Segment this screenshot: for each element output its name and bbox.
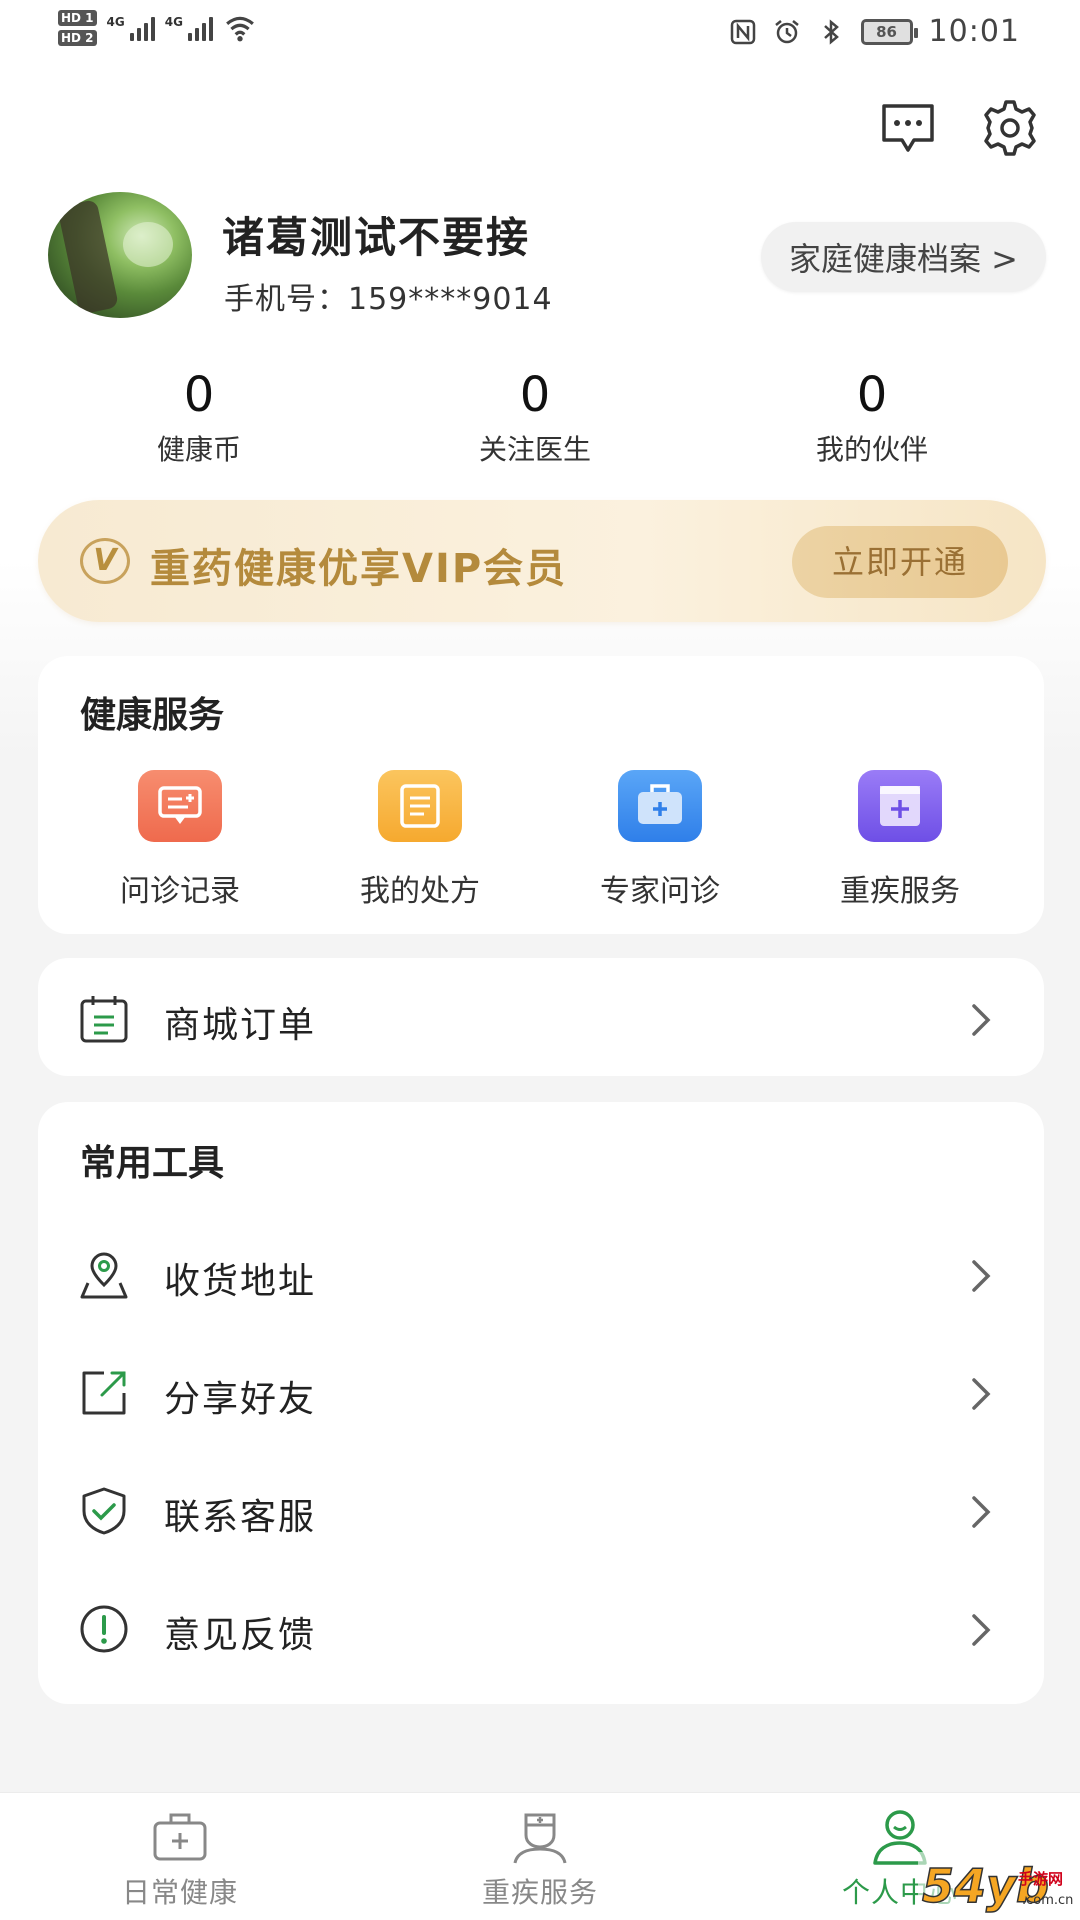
service-label: 重疾服务 [840,874,960,909]
service-label: 我的处方 [360,874,480,909]
family-health-record-label: 家庭健康档案 > [789,240,1018,278]
stat-my-partners[interactable]: 0 我的伙伴 [772,366,972,468]
health-services-card: 健康服务 问诊记录 我的处方 专家问诊 重疾服务 [38,656,1044,934]
tool-row-customer-service[interactable]: 联系客服 [38,1454,1044,1564]
tab-label: 重疾服务 [481,1876,598,1909]
consult-record-icon [138,770,222,842]
health-services-title: 健康服务 [80,695,225,736]
status-right: 86 10:01 [729,14,1020,49]
gear-icon[interactable] [980,98,1040,158]
share-icon [82,1371,126,1415]
bluetooth-icon [823,18,839,45]
status-left: HD 1 HD 2 4G 4G [58,10,257,46]
common-tools-card: 常用工具 收货地址 分享好友 联系客服 意见反馈 [38,1102,1044,1704]
hd-indicators: HD 1 HD 2 [58,10,97,46]
tool-label: 收货地址 [164,1261,317,1302]
stat-followed-doctors[interactable]: 0 关注医生 [435,366,635,468]
shield-check-icon [82,1487,126,1535]
tool-row-address[interactable]: 收货地址 [38,1218,1044,1328]
service-label: 专家问诊 [600,874,720,909]
location-icon [80,1252,128,1299]
critical-care-icon [858,770,942,842]
tab-daily-health[interactable]: 日常健康 [80,1805,280,1911]
wifi-icon [226,16,254,42]
stat-label: 关注医生 [478,433,591,466]
vip-banner[interactable]: V 重药健康优享VIP会员 立即开通 [38,500,1046,622]
clock: 10:01 [928,14,1020,49]
tab-critical-illness[interactable]: 重疾服务 [440,1805,640,1911]
stat-health-coins[interactable]: 0 健康币 [99,366,299,468]
common-tools-title: 常用工具 [80,1143,225,1184]
signal-icon-2: 4G [165,15,213,41]
vip-activate-button[interactable]: 立即开通 [792,526,1008,598]
signal-icon-1: 4G [107,15,155,41]
tool-label: 联系客服 [164,1497,317,1538]
stat-label: 健康币 [156,433,241,466]
chevron-right-icon [972,1378,991,1410]
service-my-prescription[interactable]: 我的处方 [320,770,520,910]
nfc-icon [730,19,755,44]
mall-orders-row[interactable]: 商城订单 [38,962,1044,1072]
network-type-1: 4G [106,15,125,29]
service-critical-illness[interactable]: 重疾服务 [800,770,1000,910]
message-icon[interactable] [878,98,938,158]
service-consult-record[interactable]: 问诊记录 [80,770,280,910]
mall-orders-label: 商城订单 [164,1005,317,1046]
stat-label: 我的伙伴 [815,433,928,466]
tool-row-feedback[interactable]: 意见反馈 [38,1572,1044,1682]
chevron-right-icon [972,1004,991,1036]
chevron-right-icon [972,1614,991,1646]
hd2-badge: HD 2 [58,30,97,46]
medical-kit-icon [618,770,702,842]
service-label: 问诊记录 [120,874,240,909]
stat-value: 0 [856,367,888,423]
doctor-icon [513,1813,567,1864]
svg-text:手游网: 手游网 [1018,1870,1063,1888]
medical-bag-icon [153,1813,207,1861]
prescription-icon [378,770,462,842]
network-type-2: 4G [164,15,183,29]
feedback-icon [80,1605,128,1653]
alarm-icon [774,19,799,43]
battery-indicator: 86 [860,18,918,45]
tool-label: 分享好友 [164,1379,317,1420]
vip-badge-icon: V [80,538,130,584]
chevron-right-icon [972,1260,991,1292]
user-phone: 手机号：159****9014 [224,282,553,317]
chevron-right-icon [972,1496,991,1528]
hd1-badge: HD 1 [58,10,97,26]
family-health-record-button[interactable]: 家庭健康档案 > [761,222,1046,292]
avatar[interactable] [48,192,192,318]
svg-text:.com.cn: .com.cn [1022,1893,1073,1908]
watermark-logo: 54yb 手游网 .com.cn [918,1852,1078,1916]
tab-label: 日常健康 [121,1876,238,1909]
user-name: 诸葛测试不要接 [222,213,531,262]
stat-value: 0 [183,367,215,423]
tool-row-share[interactable]: 分享好友 [38,1336,1044,1446]
vip-title: 重药健康优享VIP会员 [150,546,568,592]
stat-value: 0 [519,367,551,423]
service-expert-consult[interactable]: 专家问诊 [560,770,760,910]
mall-orders-card: 商城订单 [38,958,1044,1076]
status-bar: HD 1 HD 2 4G 4G 86 10:01 [0,0,1080,70]
calendar-order-icon [80,996,128,1043]
tool-label: 意见反馈 [164,1615,317,1656]
